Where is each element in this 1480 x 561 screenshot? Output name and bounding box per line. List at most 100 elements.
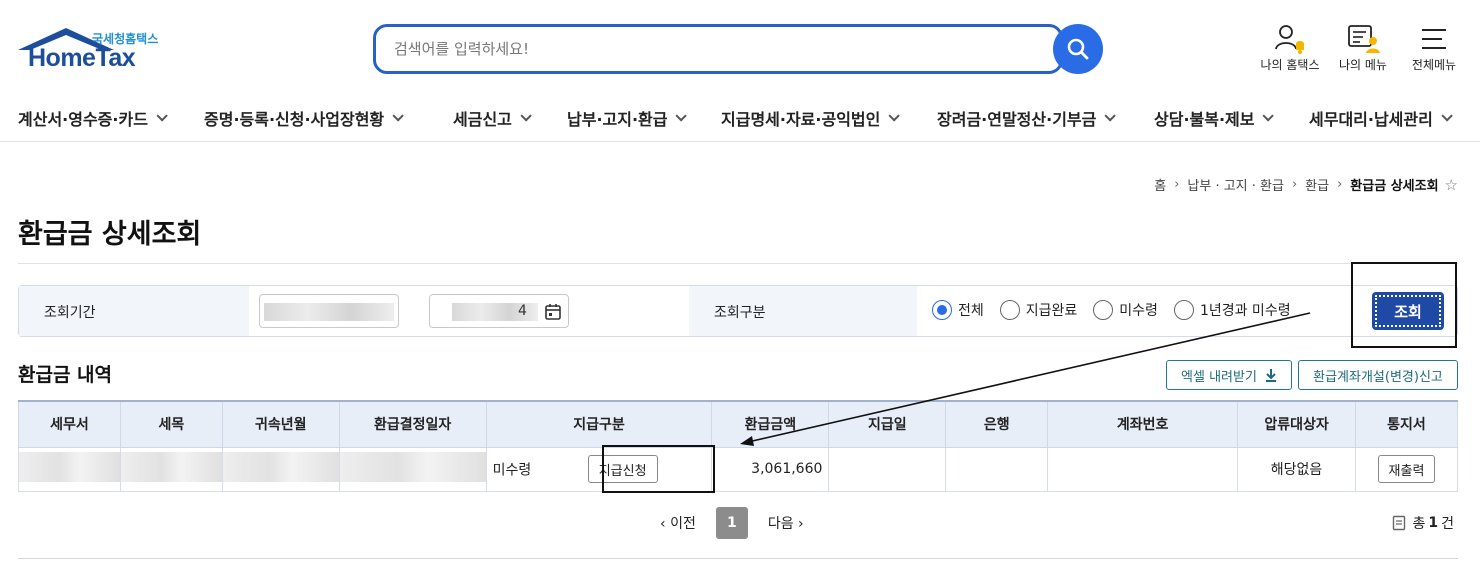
nav-label: 세금신고	[453, 110, 512, 129]
chevron-right-icon: ›	[1337, 177, 1343, 192]
status-text: 미수령	[492, 462, 532, 479]
refund-account-button[interactable]: 환급계좌개설(변경)신고	[1298, 360, 1458, 390]
nav-item-statement[interactable]: 지급명세·자료·공익법인	[721, 106, 901, 130]
nav-label: 세무대리·납세관리	[1309, 110, 1433, 129]
column-header: 지급구분	[485, 400, 713, 448]
nav-label: 증명·등록·신청·사업장현황	[204, 110, 385, 129]
my-menu-link[interactable]: 나의 메뉴	[1323, 22, 1403, 78]
query-button[interactable]: 조회	[1372, 292, 1444, 330]
chevron-right-icon: ›	[1291, 177, 1298, 192]
hometax-logo[interactable]: 국세청홈택스 HomeTax	[18, 24, 168, 76]
column-header: 지급일	[828, 400, 947, 448]
radio-dot	[932, 300, 952, 320]
nav-item-tax-report[interactable]: 세금신고	[453, 106, 532, 130]
chevron-down-icon	[156, 110, 168, 122]
search-box	[373, 24, 1063, 74]
nav-label: 지급명세·자료·공익법인	[721, 110, 881, 129]
radio-over-year[interactable]: 1년경과 미수령	[1173, 300, 1291, 320]
prev-page-button[interactable]: ‹ 이전	[660, 513, 696, 533]
all-menu-label: 전체메뉴	[1411, 58, 1457, 72]
search-button[interactable]	[1053, 24, 1103, 74]
reprint-button[interactable]: 재출력	[1377, 455, 1436, 483]
highlight-box	[602, 445, 715, 493]
main-nav: 계산서·영수증·카드 증명·등록·신청·사업장현황 세금신고 납부·고지·환급 …	[0, 96, 1480, 142]
chevron-down-icon	[888, 110, 901, 122]
column-header: 압류대상자	[1237, 400, 1356, 448]
excel-download-button[interactable]: 엑셀 내려받기	[1166, 360, 1292, 390]
radio-unclaimed[interactable]: 미수령	[1093, 300, 1158, 320]
all-menu-button[interactable]: 전체메뉴	[1394, 22, 1474, 78]
bank-cell	[945, 446, 1049, 492]
user-bell-icon	[1275, 25, 1304, 54]
column-header: 귀속년월	[221, 400, 340, 448]
hamburger-icon	[1422, 29, 1446, 49]
date-from-field[interactable]	[259, 294, 399, 328]
nav-item-payment[interactable]: 납부·고지·환급	[567, 106, 688, 130]
column-header: 세무서	[18, 400, 121, 448]
column-header: 은행	[945, 400, 1049, 448]
my-menu-label: 나의 메뉴	[1339, 58, 1387, 72]
chevron-down-icon	[520, 110, 532, 122]
page-1-button[interactable]: 1	[715, 507, 748, 539]
type-label-cell: 조회구분	[689, 286, 917, 336]
search-icon	[1067, 38, 1089, 60]
radio-paid[interactable]: 지급완료	[999, 300, 1078, 320]
calendar-icon[interactable]	[544, 303, 562, 321]
refund-table: 세무서 세목 귀속년월 환급결정일자 지급구분 환급금액 지급일 은행 계좌번호…	[18, 400, 1459, 492]
date-to-field[interactable]: 4	[429, 294, 569, 328]
nav-item-agent[interactable]: 세무대리·납세관리	[1309, 106, 1453, 130]
period-label: 조회기간	[44, 305, 96, 321]
download-icon	[1265, 369, 1276, 382]
notice-cell: 재출력	[1354, 446, 1459, 492]
radio-label: 1년경과 미수령	[1199, 303, 1291, 319]
column-header: 통지서	[1354, 400, 1459, 448]
star-icon[interactable]: ☆	[1445, 176, 1458, 194]
chevron-down-icon	[1441, 110, 1453, 122]
masked-value	[19, 452, 120, 482]
chevron-down-icon	[675, 110, 688, 122]
breadcrumb-current: 환급금 상세조회	[1350, 179, 1439, 194]
column-header: 세목	[119, 400, 223, 448]
radio-label: 미수령	[1119, 303, 1158, 319]
nav-item-consult[interactable]: 상담·불복·제보	[1154, 106, 1275, 130]
nav-item-certificate[interactable]: 증명·등록·신청·사업장현황	[204, 106, 404, 130]
search-input[interactable]	[394, 37, 1034, 61]
account-cell	[1047, 446, 1239, 492]
breadcrumb-refund[interactable]: 환급	[1305, 175, 1329, 194]
nav-item-invoice[interactable]: 계산서·영수증·카드	[18, 106, 168, 130]
next-page-button[interactable]: 다음 ›	[768, 513, 804, 533]
divider	[18, 263, 1458, 264]
section-title: 환급금 내역	[18, 364, 113, 386]
my-hometax-link[interactable]: 나의 홈택스	[1250, 22, 1330, 78]
total-suffix: 건	[1441, 516, 1454, 532]
masked-value	[339, 452, 486, 482]
search-form: 조회기간 4 조회구분 전체 지급완료 미수령 1년경과 미수령	[18, 285, 1458, 337]
page-title: 환급금 상세조회	[18, 219, 202, 250]
chevron-down-icon	[1104, 110, 1117, 122]
type-label: 조회구분	[714, 305, 766, 321]
divider	[18, 558, 1458, 559]
my-hometax-label: 나의 홈택스	[1260, 58, 1320, 72]
chevron-down-icon	[392, 110, 404, 122]
breadcrumb-payment[interactable]: 납부 · 고지 · 환급	[1187, 175, 1284, 194]
masked-value	[222, 452, 339, 482]
total-count: 총 1 건	[1392, 513, 1454, 533]
radio-all[interactable]: 전체	[932, 300, 984, 320]
decision-date-cell	[338, 446, 487, 492]
total-prefix: 총	[1412, 516, 1426, 532]
radio-label: 지급완료	[1025, 303, 1078, 319]
next-label: 다음	[767, 516, 794, 532]
document-icon	[1393, 515, 1406, 531]
prev-label: 이전	[670, 516, 696, 532]
radio-label: 전체	[958, 303, 984, 319]
seizure-cell: 해당없음	[1237, 446, 1356, 492]
pay-date-cell	[828, 446, 947, 492]
nav-label: 장려금·연말정산·기부금	[937, 110, 1097, 129]
radio-dot	[1093, 300, 1114, 320]
radio-dot	[999, 300, 1020, 320]
breadcrumb-home[interactable]: 홈	[1154, 175, 1166, 194]
column-header: 환급결정일자	[338, 400, 487, 448]
column-header: 계좌번호	[1047, 400, 1239, 448]
nav-item-incentive[interactable]: 장려금·연말정산·기부금	[937, 106, 1117, 130]
total-number: 1	[1428, 515, 1439, 531]
